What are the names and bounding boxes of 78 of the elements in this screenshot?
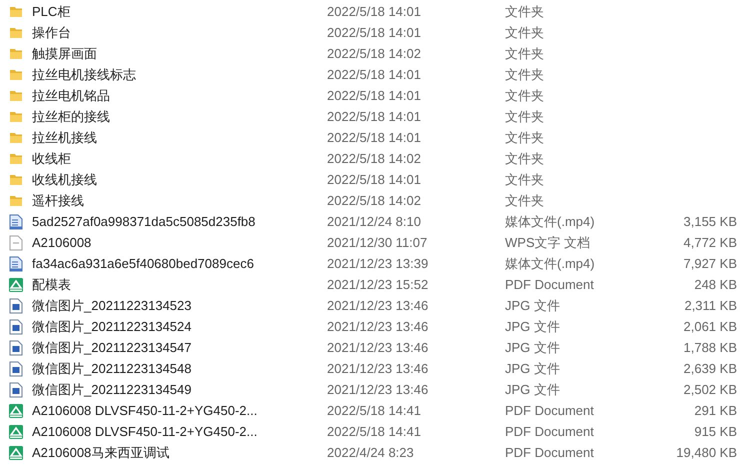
file-size: 1,788 KB (684, 340, 737, 355)
modified-date: 2021/12/23 13:46 (327, 340, 428, 355)
file-name: 拉丝机接线 (32, 130, 97, 144)
file-type: 媒体文件(.mp4) (505, 256, 595, 270)
file-name: 拉丝柜的接线 (32, 108, 110, 124)
file-name: 微信图片_20211223134549 (32, 382, 192, 396)
file-type: 文件夹 (505, 88, 544, 102)
file-type: 文件夹 (505, 46, 544, 60)
file-type: JPG 文件 (505, 340, 560, 354)
file-name: fa34ac6a931a6e5f40680bed7089cec6 (32, 256, 254, 271)
file-name: 拉丝电机接线标志 (32, 66, 136, 82)
file-name: 收线机接线 (32, 172, 97, 186)
file-type: JPG 文件 (505, 298, 560, 312)
file-size: 2,639 KB (684, 361, 737, 376)
file-name: 微信图片_20211223134524 (32, 318, 192, 334)
file-size: 2,061 KB (684, 319, 737, 334)
modified-date: 2021/12/30 11:07 (327, 235, 428, 250)
file-name: 5ad2527af0a998371da5c5085d235fb8 (32, 214, 256, 229)
file-size: 7,927 KB (684, 256, 737, 271)
file-size: 3,155 KB (684, 214, 737, 229)
file-name: 配模表 (32, 276, 71, 292)
file-type: PDF Document (505, 403, 594, 418)
file-name: PLC柜 (32, 4, 70, 18)
file-type: JPG 文件 (505, 318, 560, 334)
modified-date: 2022/5/18 14:02 (327, 151, 421, 166)
modified-date: 2021/12/23 13:46 (327, 382, 428, 397)
file-type: PDF Document (505, 445, 594, 460)
file-size: 2,311 KB (684, 298, 737, 313)
file-name: A2106008马来西亚调试 (32, 444, 170, 460)
file-name: 操作台 (32, 24, 71, 40)
file-size: 248 KB (694, 277, 737, 292)
file-type: WPS文字 文档 (505, 234, 590, 250)
file-type: 文件夹 (505, 4, 544, 18)
file-type: JPG 文件 (505, 382, 560, 396)
file-name: A2106008 DLVSF450-11-2+YG450-2... (32, 403, 258, 418)
modified-date: 2021/12/23 13:46 (327, 298, 428, 313)
file-name: 微信图片_20211223134547 (32, 340, 192, 354)
file-name: 微信图片_20211223134548 (32, 360, 192, 376)
file-name: 微信图片_20211223134523 (32, 298, 192, 312)
file-type: 文件夹 (505, 24, 544, 40)
modified-date: 2021/12/23 13:46 (327, 361, 428, 376)
file-name: 收线柜 (32, 150, 71, 166)
file-name: A2106008 (32, 235, 92, 250)
modified-date: 2022/5/18 14:01 (327, 130, 421, 145)
modified-date: 2022/5/18 14:01 (327, 4, 421, 19)
modified-date: 2021/12/23 15:52 (327, 277, 428, 292)
modified-date: 2021/12/24 8:10 (327, 214, 421, 229)
modified-date: 2021/12/23 13:39 (327, 256, 428, 271)
modified-date: 2022/5/18 14:01 (327, 88, 421, 103)
file-type: 文件夹 (505, 150, 544, 166)
file-size: 915 KB (694, 424, 737, 439)
modified-date: 2022/5/18 14:02 (327, 193, 421, 208)
file-type: PDF Document (505, 277, 594, 292)
file-size: 4,772 KB (684, 235, 737, 250)
file-name: 拉丝电机铭品 (32, 88, 110, 102)
modified-date: 2022/5/18 14:01 (327, 172, 421, 187)
file-size: 2,502 KB (684, 382, 737, 397)
file-type: 文件夹 (505, 192, 544, 208)
modified-date: 2022/4/24 8:23 (327, 445, 414, 460)
file-name: 触摸屏画面 (32, 46, 97, 60)
modified-date: 2022/5/18 14:41 (327, 403, 421, 418)
file-type: PDF Document (505, 424, 594, 439)
file-name: A2106008 DLVSF450-11-2+YG450-2... (32, 424, 258, 439)
file-type: 文件夹 (505, 130, 544, 144)
file-type: 媒体文件(.mp4) (505, 214, 595, 228)
file-size: 19,480 KB (676, 445, 737, 460)
modified-date: 2022/5/18 14:02 (327, 46, 421, 61)
file-name: 遥杆接线 (32, 192, 84, 208)
modified-date: 2022/5/18 14:01 (327, 67, 421, 82)
file-type: JPG 文件 (505, 360, 560, 376)
modified-date: 2021/12/23 13:46 (327, 319, 428, 334)
file-type: 文件夹 (505, 172, 544, 186)
modified-date: 2022/5/18 14:41 (327, 424, 421, 439)
modified-date: 2022/5/18 14:01 (327, 25, 421, 40)
file-type: 文件夹 (505, 108, 544, 124)
file-size: 291 KB (694, 403, 737, 418)
modified-date: 2022/5/18 14:01 (327, 109, 421, 124)
file-type: 文件夹 (505, 66, 544, 82)
